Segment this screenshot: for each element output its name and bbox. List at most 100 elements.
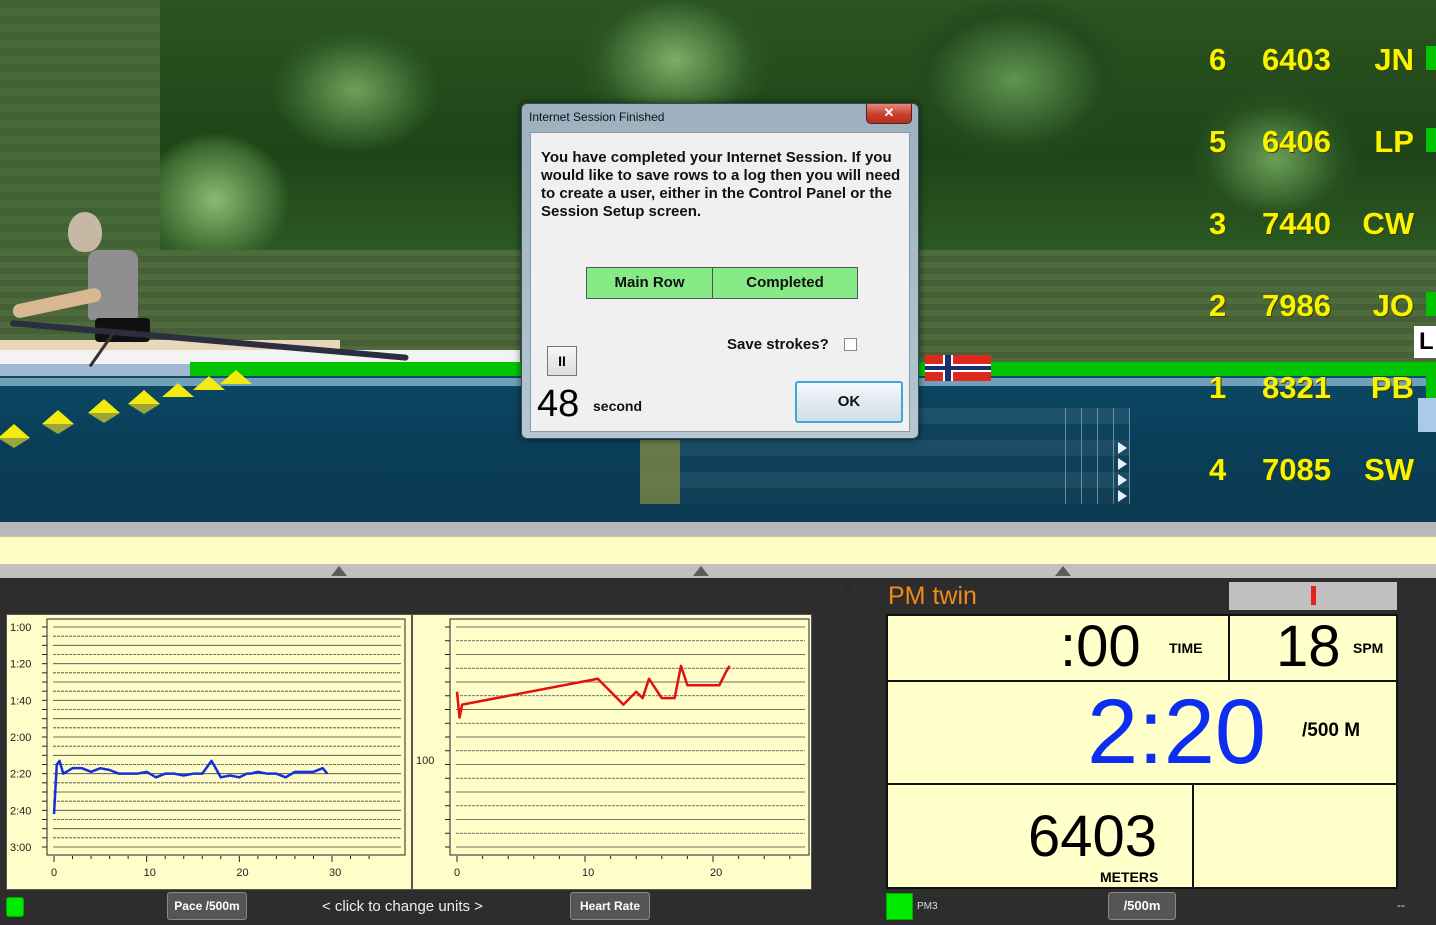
initials: PB [1370, 370, 1414, 405]
pm-device-label: PM3 [917, 901, 938, 912]
play-arrow-icon [1118, 458, 1127, 470]
pause-icon: II [558, 353, 566, 369]
place: 3 [1209, 206, 1227, 241]
change-units-hint[interactable]: < click to change units > [322, 898, 483, 915]
leaderboard-row: 2 7986 JO [1195, 284, 1436, 324]
grid-line [1113, 408, 1114, 504]
heart-rate-chart-svg: 100 0 10 20 [416, 618, 810, 879]
pace-label: /500 M [1302, 720, 1361, 741]
expand-up-icon[interactable] [331, 566, 347, 576]
x-tick-label: 0 [454, 867, 460, 879]
y-tick-label: 3:00 [10, 842, 31, 854]
distance: 8321 [1262, 370, 1331, 405]
session-finished-dialog: Internet Session Finished ✕ You have com… [521, 103, 919, 439]
pace-value: 2:20 [1087, 681, 1267, 783]
buoy-reflection [42, 424, 74, 434]
x-tick-label: 10 [582, 867, 594, 879]
spm-value: 18 [1276, 614, 1341, 679]
rower-head [68, 212, 102, 252]
initials: JN [1374, 42, 1414, 77]
pm-units-button[interactable]: /500m [1108, 892, 1176, 920]
ok-button[interactable]: OK [795, 381, 903, 423]
session-status-table: Main Row Completed [586, 267, 858, 299]
boat-hull-shadow [0, 364, 200, 376]
pace-chart-svg: 1:00 1:20 1:40 2:00 2:20 2:40 3:00 0 10 20 30 [10, 618, 406, 879]
pause-button[interactable]: II [547, 346, 577, 376]
spm-label: SPM [1353, 640, 1384, 656]
grid-line [1065, 408, 1066, 504]
distance: 7440 [1262, 206, 1331, 241]
x-tick-label: 30 [329, 867, 341, 879]
leaderboard-row: 6 6403 JN [1195, 38, 1436, 78]
rowing-app: 6 6403 JN 5 6406 LP 3 7440 CW 2 7986 JO [0, 0, 1436, 925]
lane-marker [1426, 292, 1436, 316]
status-value: Completed [713, 268, 857, 298]
dialog-title: Internet Session Finished [529, 110, 665, 124]
lane-buoy [220, 370, 252, 384]
initials: JO [1372, 288, 1414, 323]
y-tick-label: 2:40 [10, 805, 31, 817]
grid-line [1081, 408, 1082, 504]
empty-cell [1192, 783, 1398, 889]
lane-marker [1426, 374, 1436, 398]
dialog-body: You have completed your Internet Session… [530, 132, 910, 432]
meters-label: METERS [1100, 869, 1159, 885]
y-tick-label: 100 [416, 755, 434, 767]
close-button[interactable]: ✕ [866, 104, 912, 124]
heart-rate-units-button[interactable]: Heart Rate [570, 892, 650, 920]
distance: 6403 [1262, 42, 1331, 77]
initials: LP [1374, 124, 1414, 159]
distance: 7986 [1262, 288, 1331, 323]
place: 1 [1209, 370, 1227, 405]
lane-buoy [0, 424, 30, 438]
x-tick-label: 20 [710, 867, 722, 879]
place: 4 [1209, 452, 1227, 487]
y-tick-label: 2:20 [10, 769, 31, 781]
play-arrow-icon [1118, 474, 1127, 486]
rower-torso [88, 250, 138, 320]
pace-units-button[interactable]: Pace /500m [167, 892, 247, 920]
distance: 6406 [1262, 124, 1331, 159]
status-name: Main Row [587, 268, 713, 298]
save-strokes-label: Save strokes? [727, 336, 829, 353]
lane-buoy [42, 410, 74, 424]
play-arrow-icon [1118, 442, 1127, 454]
separator-bar [0, 522, 1436, 536]
countdown-unit: second [593, 398, 643, 414]
y-tick-label: 1:00 [10, 622, 31, 634]
pace-chart[interactable]: 1:00 1:20 1:40 2:00 2:20 2:40 3:00 0 10 20 30 [6, 614, 412, 890]
splitter-bar [0, 564, 1436, 578]
lane-label: L [1414, 326, 1436, 358]
y-tick-label: 1:20 [10, 659, 31, 671]
grid-line [1097, 408, 1098, 504]
lane-marker [1426, 46, 1436, 70]
competitor-shadow [640, 440, 680, 504]
leaderboard-row: 3 7440 CW [1195, 202, 1436, 242]
buoy-reflection [88, 413, 120, 423]
lane-buoy [128, 390, 160, 404]
lane-buoy [88, 399, 120, 413]
time-value: :00 [1060, 614, 1141, 679]
expand-up-icon[interactable] [1055, 566, 1071, 576]
initials: SW [1364, 452, 1414, 487]
time-label: TIME [1169, 640, 1203, 656]
distance: 7085 [1262, 452, 1331, 487]
lane-label-reflection [1418, 398, 1436, 432]
save-strokes-checkbox[interactable] [844, 338, 857, 351]
place: 6 [1209, 42, 1227, 77]
pm-connection-indicator [886, 893, 913, 920]
grid-line [1129, 408, 1130, 504]
heart-rate-chart[interactable]: 100 0 10 20 [412, 614, 812, 890]
x-tick-label: 20 [236, 867, 248, 879]
expand-up-icon[interactable] [693, 566, 709, 576]
lane-marker [1426, 128, 1436, 152]
message-strip [0, 536, 1436, 564]
place: 2 [1209, 288, 1227, 323]
meters-value: 6403 [1028, 804, 1158, 869]
buoy-reflection [0, 438, 30, 448]
connection-indicator [6, 897, 24, 917]
leaderboard-row: 5 6406 LP [1195, 120, 1436, 160]
play-arrow-icon [1118, 490, 1127, 502]
initials: CW [1362, 206, 1414, 241]
leaderboard-row: 4 7085 SW [1195, 448, 1436, 488]
